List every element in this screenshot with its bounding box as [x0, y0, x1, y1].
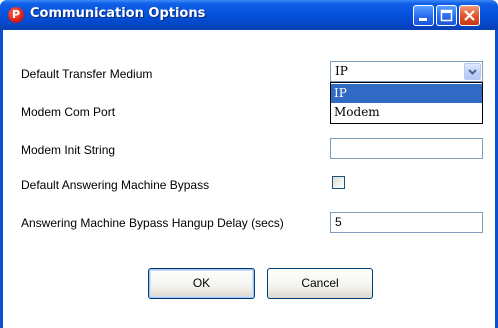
- communication-options-window: P Communication Options Default Transfer…: [0, 0, 498, 328]
- minimize-icon: [419, 18, 427, 21]
- answering-bypass-checkbox[interactable]: [332, 176, 345, 189]
- title-bar[interactable]: P Communication Options: [0, 0, 498, 30]
- dialog-body: Default Transfer Medium Modem Com Port M…: [3, 30, 495, 328]
- app-icon: P: [8, 7, 24, 23]
- maximize-icon: [440, 9, 453, 22]
- close-icon: [464, 10, 475, 21]
- answering-bypass-label: Default Answering Machine Bypass: [21, 178, 210, 192]
- hangup-delay-label: Answering Machine Bypass Hangup Delay (s…: [21, 216, 284, 230]
- modem-init-string-label: Modem Init String: [21, 143, 116, 157]
- close-button[interactable]: [459, 5, 480, 26]
- minimize-button[interactable]: [413, 5, 434, 26]
- cancel-button[interactable]: Cancel: [267, 268, 373, 299]
- dropdown-option-ip[interactable]: IP: [331, 84, 482, 103]
- transfer-medium-selected-value: IP: [335, 64, 348, 78]
- hangup-delay-input[interactable]: 5: [330, 212, 483, 233]
- ok-button[interactable]: OK: [148, 268, 255, 299]
- maximize-button[interactable]: [436, 5, 457, 26]
- transfer-medium-label: Default Transfer Medium: [21, 67, 153, 81]
- dropdown-option-modem[interactable]: Modem: [331, 103, 482, 122]
- transfer-medium-dropdown-list: IP Modem: [330, 82, 483, 124]
- modem-init-string-input[interactable]: [330, 138, 483, 159]
- chevron-down-icon: [468, 69, 477, 75]
- window-title: Communication Options: [30, 6, 206, 21]
- dropdown-arrow-button[interactable]: [464, 63, 481, 80]
- transfer-medium-select[interactable]: IP: [330, 61, 483, 82]
- modem-com-port-label: Modem Com Port: [21, 105, 116, 119]
